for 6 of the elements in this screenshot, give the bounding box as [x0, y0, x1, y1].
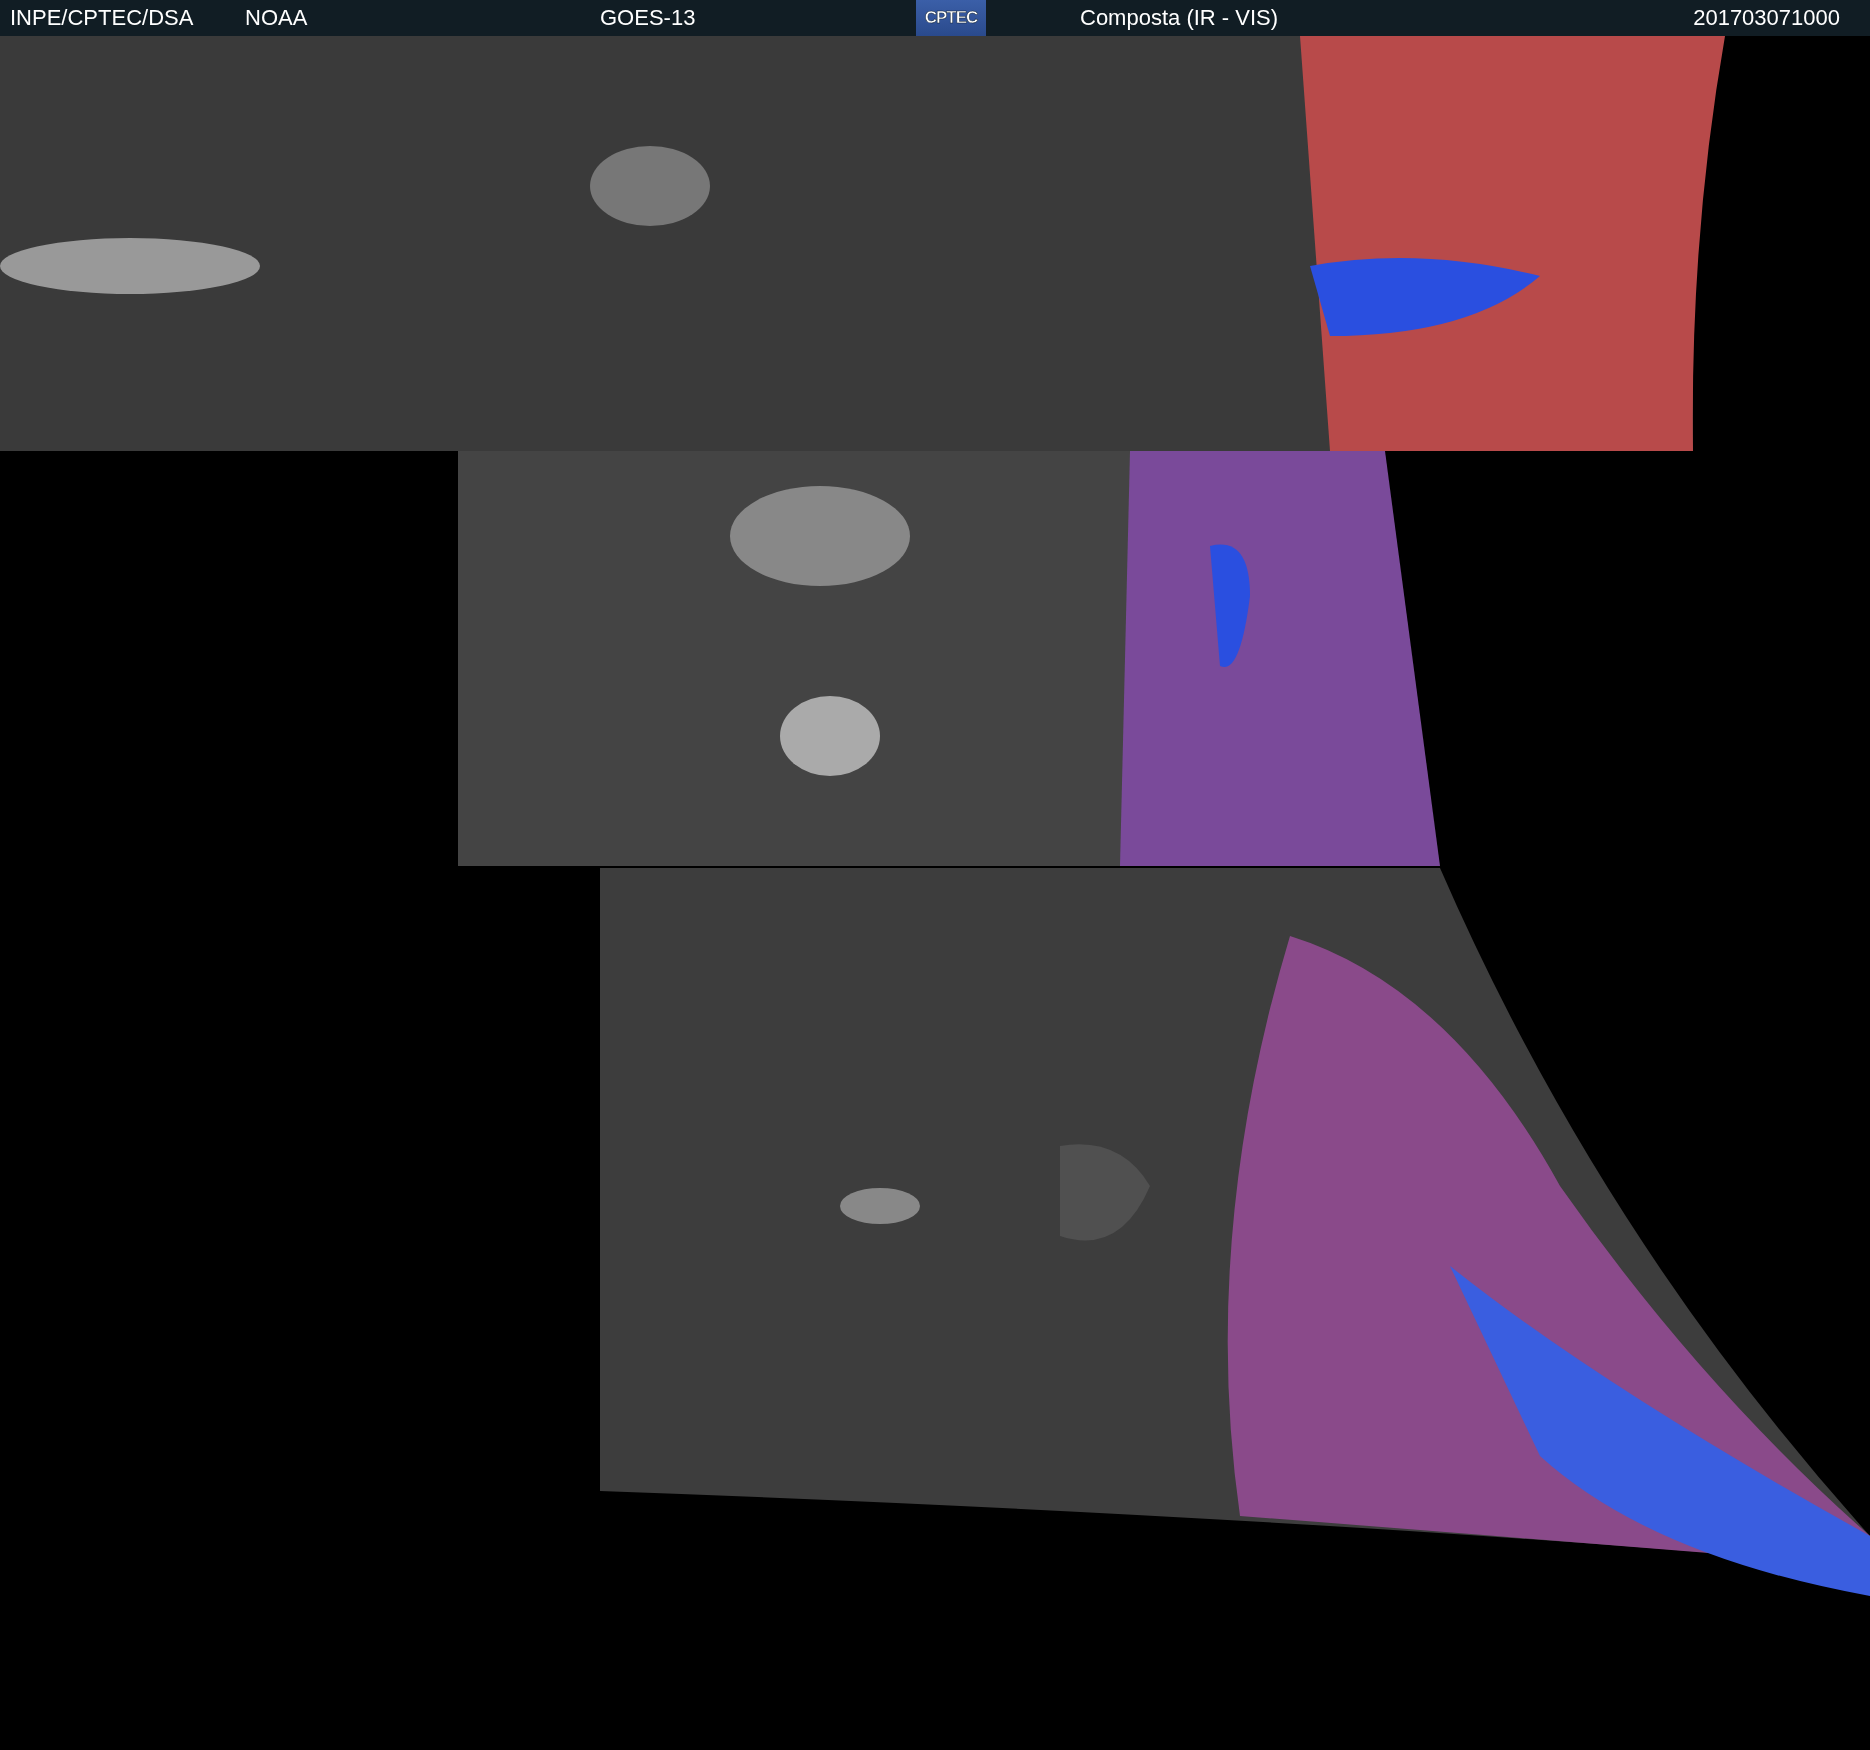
agency-label: INPE/CPTEC/DSA [10, 5, 195, 31]
product-label: Composta (IR - VIS) [1080, 5, 1280, 31]
source-label: NOAA [245, 5, 309, 31]
timestamp-label: 201703071000 [1693, 5, 1840, 31]
satellite-label: GOES-13 [600, 5, 697, 31]
logo: CPTEC [916, 0, 986, 36]
